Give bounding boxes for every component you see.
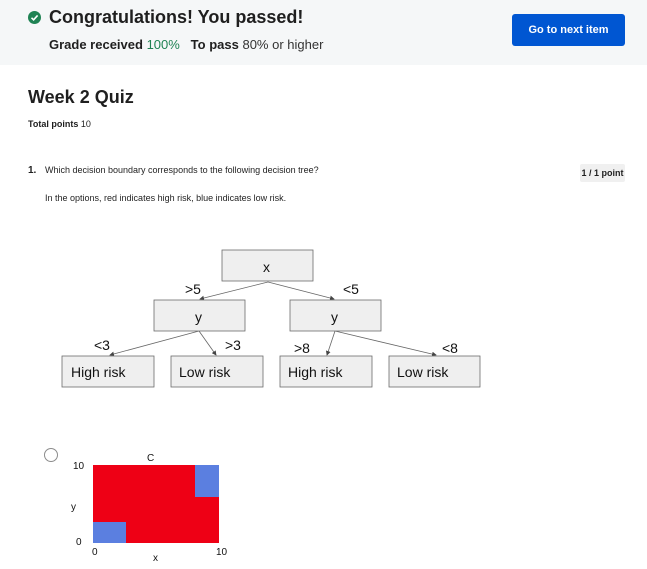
option-a-boundary-plot: C 10 y 0 0 10 x — [71, 453, 228, 564]
x-tick-right: 10 — [216, 547, 228, 558]
x-axis-label: x — [153, 553, 158, 564]
y-tick-bottom: 0 — [76, 537, 82, 548]
y-axis-label: y — [71, 502, 76, 513]
low-risk-region-top — [195, 465, 219, 497]
option-a-label: C — [147, 453, 154, 464]
x-tick-left: 0 — [92, 547, 98, 558]
y-tick-top: 10 — [73, 461, 85, 472]
low-risk-region-bottom — [93, 522, 126, 543]
